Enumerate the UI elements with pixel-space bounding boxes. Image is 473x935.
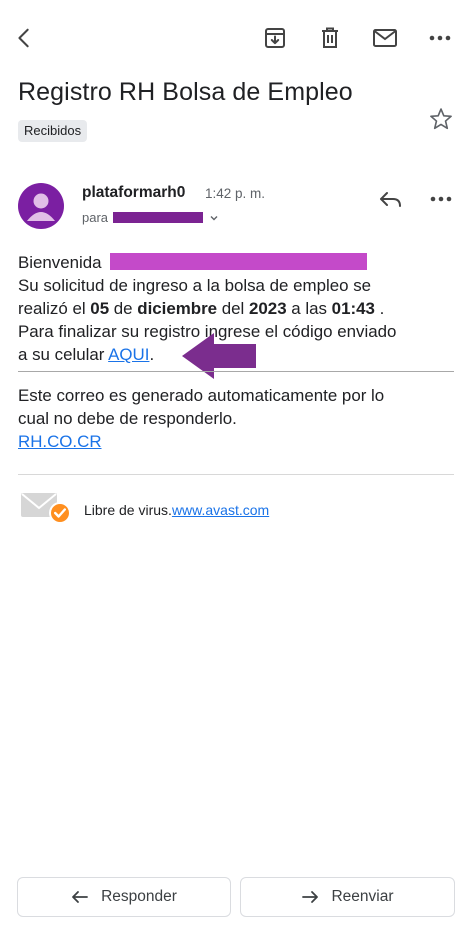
divider — [18, 474, 454, 475]
divider — [18, 371, 454, 372]
text-segment: del — [217, 299, 250, 318]
date-month: diciembre — [137, 299, 218, 318]
email-subject: Registro RH Bolsa de Empleo — [18, 78, 353, 106]
forward-arrow-icon — [302, 891, 319, 903]
reply-icon[interactable] — [376, 184, 406, 214]
forward-button[interactable]: Reenviar — [240, 877, 455, 917]
date-hour: 01:43 — [331, 299, 375, 318]
text-segment: . — [149, 345, 155, 364]
greeting-text: Bienvenida — [18, 253, 102, 272]
top-toolbar — [0, 0, 473, 76]
footer-link-line: RH.CO.CR — [18, 430, 458, 453]
body-line-greeting: Bienvenida — [18, 251, 458, 274]
avast-signature: Libre de virus.www.avast.com — [84, 502, 269, 518]
footer-line-2: cual no debe de responderlo. — [18, 409, 237, 428]
text-segment: a su celular — [18, 345, 109, 364]
text-segment: de — [109, 299, 138, 318]
date-day: 05 — [90, 299, 110, 318]
text-segment: . — [374, 299, 385, 318]
text-segment: realizó el — [18, 299, 91, 318]
chevron-down-icon — [210, 215, 218, 220]
reply-button[interactable]: Responder — [17, 877, 231, 917]
recipient-line[interactable]: para — [82, 210, 219, 225]
trash-icon[interactable] — [314, 22, 346, 54]
annotation-arrow — [182, 333, 256, 379]
redacted-name — [109, 253, 367, 270]
aqui-link[interactable]: AQUI — [108, 345, 149, 364]
avatar[interactable] — [18, 183, 64, 229]
forward-button-label: Reenviar — [331, 888, 394, 905]
email-footer: Este correo es generado automaticamente … — [18, 384, 458, 453]
reply-button-label: Responder — [101, 888, 177, 905]
text-segment: a las — [286, 299, 332, 318]
body-line-3: realizó el 05 de diciembre del 2023 a la… — [18, 297, 458, 320]
date-year: 2023 — [249, 299, 287, 318]
redacted-recipient — [113, 212, 204, 223]
rh-link[interactable]: RH.CO.CR — [18, 432, 102, 451]
footer-line-1: Este correo es generado automaticamente … — [18, 386, 385, 405]
person-icon — [27, 193, 55, 221]
sender-name[interactable]: plataformarh0 — [82, 184, 185, 202]
mail-icon[interactable] — [369, 22, 401, 54]
back-arrow-icon[interactable] — [8, 22, 40, 54]
reply-arrow-icon — [72, 891, 88, 903]
archive-icon[interactable] — [259, 22, 291, 54]
avast-link[interactable]: www.avast.com — [172, 502, 269, 518]
star-icon[interactable] — [428, 106, 454, 132]
recipient-prefix: para — [82, 210, 109, 225]
avast-mail-icon — [20, 490, 72, 526]
virus-free-text: Libre de virus. — [84, 502, 172, 518]
body-line-2: Su solicitud de ingreso a la bolsa de em… — [18, 276, 372, 295]
more-horizontal-icon[interactable] — [424, 22, 456, 54]
email-time: 1:42 p. m. — [205, 186, 266, 201]
label-chip-inbox[interactable]: Recibidos — [18, 120, 88, 142]
message-more-icon[interactable] — [426, 184, 456, 214]
